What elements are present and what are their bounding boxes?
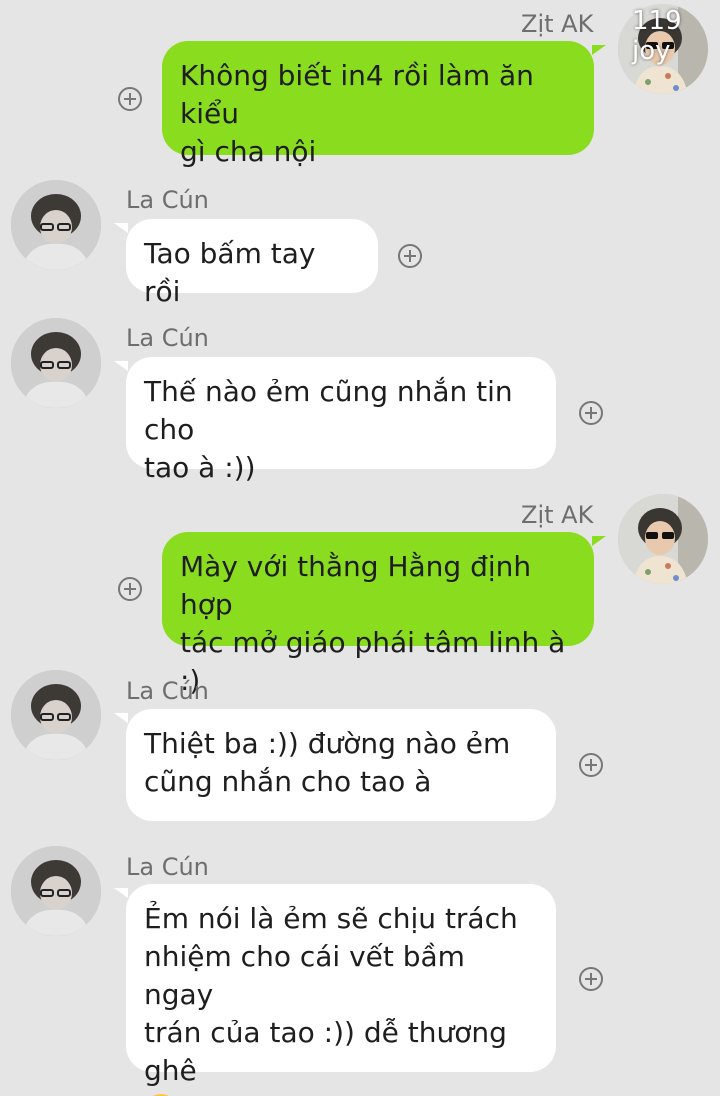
add-reaction-icon[interactable]	[579, 401, 603, 425]
message-line: cũng nhắn cho tao à	[144, 765, 432, 798]
add-reaction-icon[interactable]	[118, 577, 142, 601]
add-reaction-icon[interactable]	[398, 244, 422, 268]
message-bubble[interactable]: Không biết in4 rồi làm ăn kiểu gì cha nộ…	[162, 41, 606, 168]
message-bubble[interactable]: Thiệt ba :)) đường nào ẻm cũng nhắn cho …	[114, 709, 556, 821]
sender-name: La Cún	[126, 853, 209, 881]
add-reaction-icon[interactable]	[579, 967, 603, 991]
message-line: Thế nào ẻm cũng nhắn tin cho	[144, 375, 513, 446]
sender-name: Zịt AK	[521, 501, 594, 529]
message-bubble[interactable]: Thế nào ẻm cũng nhắn tin cho tao à :))	[114, 357, 556, 484]
sender-name: La Cún	[126, 186, 209, 214]
sender-name: La Cún	[126, 324, 209, 352]
add-reaction-icon[interactable]	[118, 87, 142, 111]
message-line: Ẻm nói là ẻm sẽ chịu trách	[144, 902, 518, 935]
sender-name: Zịt AK	[521, 10, 594, 38]
message-line: gì cha nội	[180, 135, 317, 168]
message-line: tác mở giáo phái tâm linh à :)	[180, 626, 566, 697]
message-line: Thiệt ba :)) đường nào ẻm	[144, 727, 511, 760]
message-line: Tao bấm tay rồi	[144, 237, 316, 308]
message-bubble[interactable]: Mày với thằng Hằng định hợp tác mở giáo …	[162, 532, 606, 697]
watermark: 119 joy	[632, 6, 682, 66]
add-reaction-icon[interactable]	[579, 753, 603, 777]
message-line: Không biết in4 rồi làm ăn kiểu	[180, 59, 534, 130]
message-bubble[interactable]: Tao bấm tay rồi	[114, 219, 378, 308]
message-line: nhiệm cho cái vết bầm ngay	[144, 940, 465, 1011]
avatar[interactable]	[11, 846, 101, 936]
avatar[interactable]	[11, 670, 101, 760]
avatar[interactable]	[618, 494, 708, 584]
message-line: Mày với thằng Hằng định hợp	[180, 550, 532, 621]
avatar[interactable]	[11, 180, 101, 270]
avatar[interactable]	[11, 318, 101, 408]
message-line: tao à :))	[144, 451, 256, 484]
message-bubble[interactable]: Ẻm nói là ẻm sẽ chịu trách nhiệm cho cái…	[114, 884, 556, 1096]
message-line: trán của tao :)) dễ thương ghê	[144, 1016, 507, 1087]
sender-name: La Cún	[126, 677, 209, 705]
